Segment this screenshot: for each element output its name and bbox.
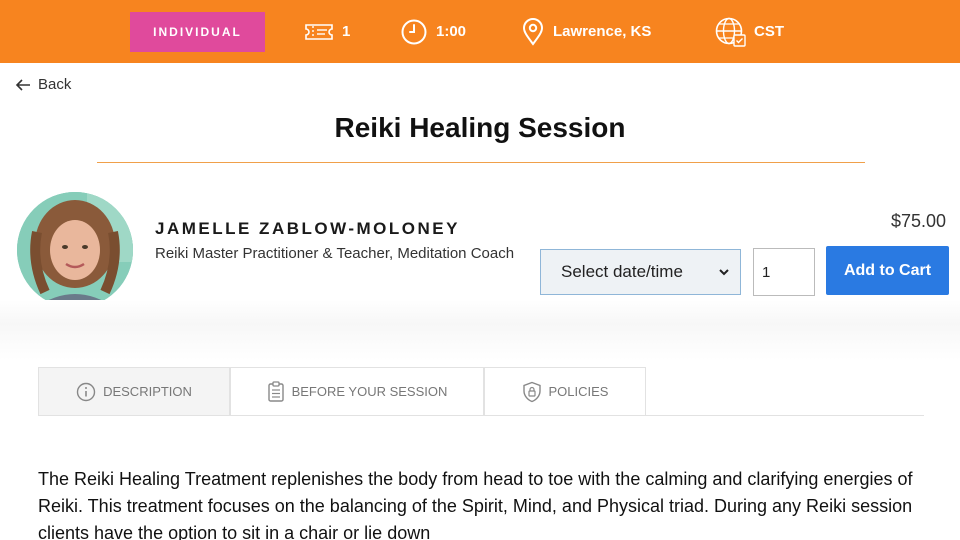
practitioner-name: JAMELLE ZABLOW-MOLONEY [155,219,460,238]
duration-text: 1:00 [436,23,467,40]
tab-policies[interactable]: POLICIES [484,367,646,416]
avatar [17,192,133,308]
tabs-divider [38,415,924,416]
clipboard-icon [267,380,284,402]
tab-bar: DESCRIPTION BEFORE YOUR SESSION POLICIES [38,367,646,416]
tab-description[interactable]: DESCRIPTION [38,367,230,416]
back-link[interactable]: Back [14,76,71,93]
arrow-left-icon [15,78,30,91]
price: $75.00 [890,211,946,231]
tab-before-your-session-label: BEFORE YOUR SESSION [291,384,448,399]
tab-before-your-session[interactable]: BEFORE YOUR SESSION [230,367,484,416]
tickets-count: 1 [342,23,351,40]
add-to-cart-button[interactable]: Add to Cart [826,246,949,295]
date-time-select-value: Select date/time [561,262,683,281]
info-icon [76,382,96,401]
back-label: Back [38,76,72,93]
clock-icon [401,19,427,44]
tickets-info: 1 [304,0,350,63]
timezone-info: CST [714,0,784,63]
tab-policies-label: POLICIES [548,384,609,399]
location-info: Lawrence, KS [521,0,651,63]
avatar-photo [17,192,133,308]
map-pin-icon [522,17,544,46]
description-text: The Reiki Healing Treatment replenishes … [38,469,913,540]
session-type-badge: INDIVIDUAL [130,12,265,52]
practitioner-role: Reiki Master Practitioner & Teacher, Med… [155,245,515,262]
shield-lock-icon [522,381,541,402]
timezone-text: CST [754,23,784,40]
tab-description-label: DESCRIPTION [103,384,192,399]
quantity-input[interactable]: 1 [753,248,815,296]
title-divider [97,162,865,163]
top-bar: INDIVIDUAL 1 1:00 Lawrence, KS CST [0,0,960,63]
page-title: Reiki Healing Session [334,112,626,143]
chevron-down-icon [719,269,729,276]
globe-icon [715,17,746,47]
ticket-icon [305,23,333,40]
location-text: Lawrence, KS [553,23,652,40]
date-time-select[interactable]: Select date/time [540,249,741,295]
section-divider-shade [0,300,960,360]
duration-info: 1:00 [400,0,466,63]
